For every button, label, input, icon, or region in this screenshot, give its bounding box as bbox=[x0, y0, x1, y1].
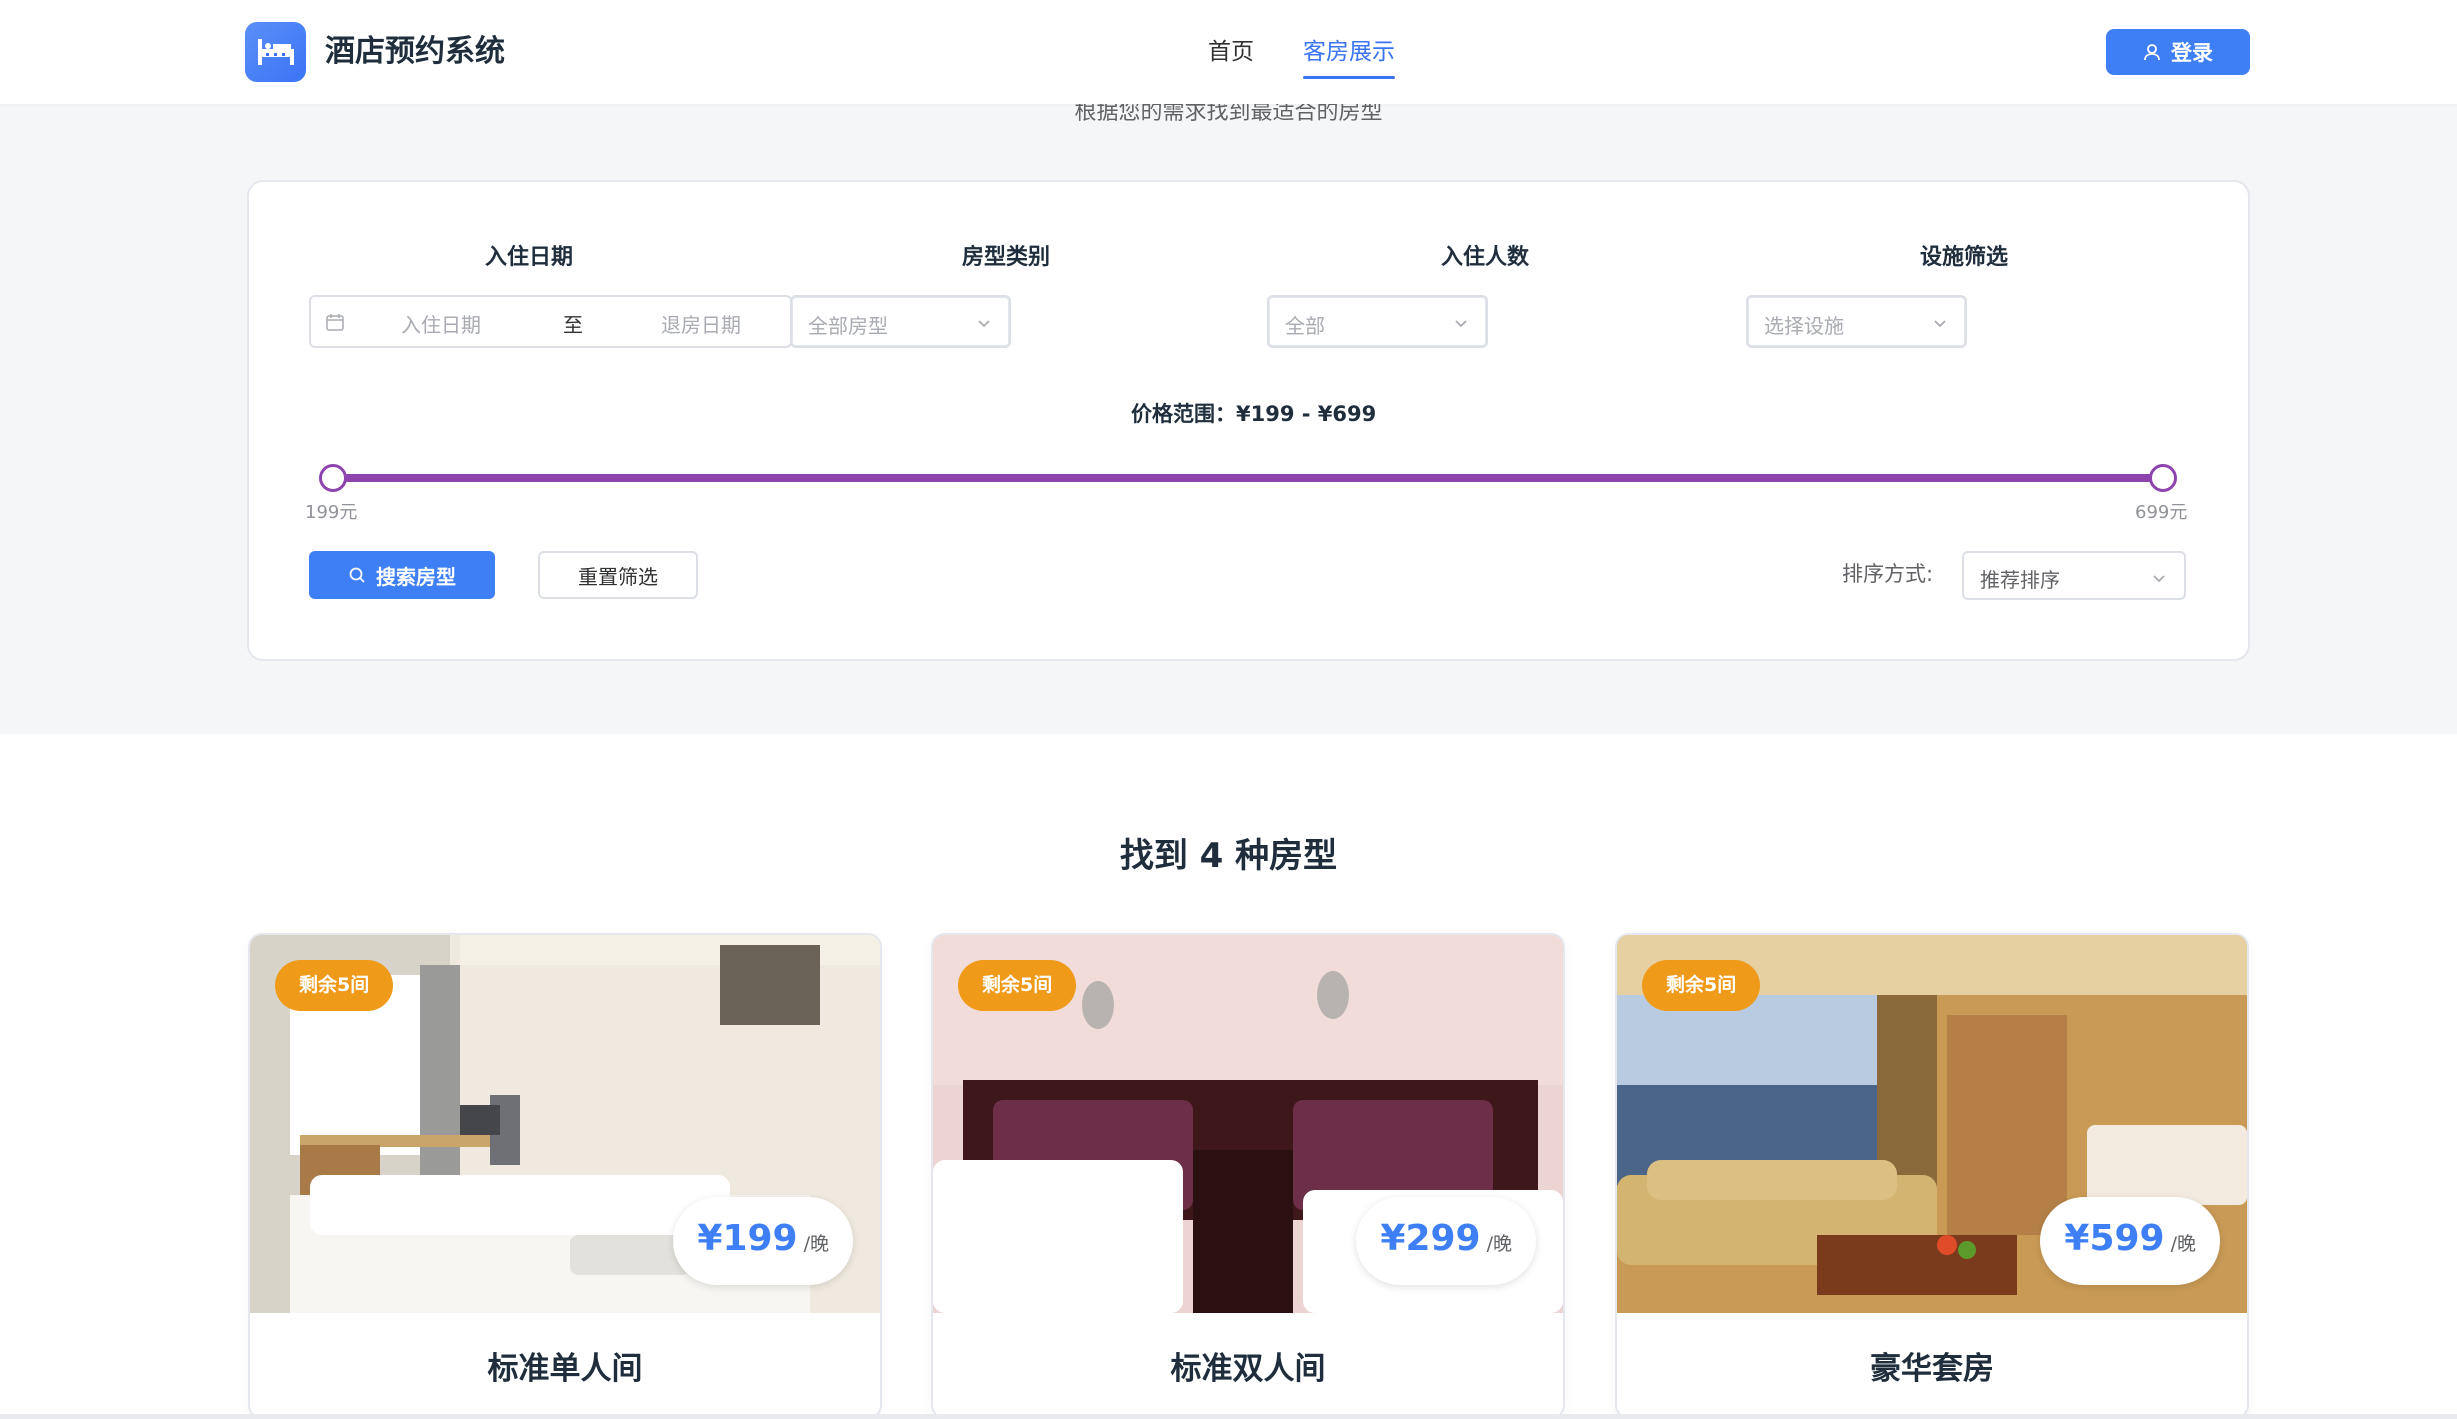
search-rooms-label: 搜索房型 bbox=[376, 566, 456, 589]
price-unit: /晚 bbox=[2170, 1233, 2196, 1255]
room-name: 豪华套房 bbox=[1870, 1351, 1994, 1387]
results-count-title: 找到 4 种房型 bbox=[1119, 836, 1338, 876]
price-pill: ¥599 /晚 bbox=[2040, 1197, 2220, 1285]
date-separator: 至 bbox=[563, 313, 583, 337]
sort-value: 推荐排序 bbox=[1980, 568, 2060, 592]
search-rooms-button[interactable]: 搜索房型 bbox=[309, 551, 495, 599]
room-card[interactable]: 剩余5间 ¥299 /晚 标准双人间 bbox=[931, 933, 1565, 1419]
price-slider-track[interactable] bbox=[333, 474, 2163, 482]
price-unit: /晚 bbox=[803, 1233, 829, 1255]
price-slider-max-handle[interactable] bbox=[2149, 464, 2177, 492]
facility-select[interactable]: 选择设施 bbox=[1746, 295, 1967, 348]
price-pill: ¥299 /晚 bbox=[1356, 1197, 1536, 1285]
top-header: 酒店预约系统 首页 客房展示 登录 bbox=[0, 0, 2457, 104]
guest-count-label: 入住人数 bbox=[1441, 245, 1530, 270]
price-range-label: 价格范围：¥199 - ¥699 bbox=[1131, 402, 1377, 426]
chevron-down-icon bbox=[1931, 313, 1949, 337]
date-range-picker[interactable]: 入住日期 至 退房日期 bbox=[309, 295, 792, 348]
chevron-down-icon bbox=[1452, 313, 1470, 337]
availability-badge: 剩余5间 bbox=[275, 960, 394, 1011]
reset-filter-button[interactable]: 重置筛选 bbox=[538, 551, 698, 599]
room-type-select[interactable]: 全部房型 bbox=[790, 295, 1011, 348]
room-type-label: 房型类别 bbox=[962, 245, 1051, 270]
page-bottom-divider bbox=[0, 1414, 2457, 1419]
calendar-icon bbox=[325, 312, 345, 337]
facility-filter-label: 设施筛选 bbox=[1920, 245, 2009, 270]
login-label: 登录 bbox=[2171, 42, 2213, 65]
facility-placeholder: 选择设施 bbox=[1764, 314, 1844, 338]
search-icon bbox=[349, 567, 365, 583]
availability-badge: 剩余5间 bbox=[958, 960, 1077, 1011]
nav-active-underline bbox=[1303, 76, 1395, 79]
chevron-down-icon bbox=[975, 313, 993, 337]
room-card[interactable]: 剩余5间 ¥199 /晚 标准单人间 bbox=[248, 933, 882, 1419]
chevron-down-icon bbox=[2150, 568, 2168, 592]
price-pill: ¥199 /晚 bbox=[673, 1197, 853, 1285]
availability-badge: 剩余5间 bbox=[1642, 960, 1761, 1011]
checkin-date-label: 入住日期 bbox=[485, 245, 574, 270]
checkin-date-input[interactable]: 入住日期 bbox=[401, 309, 481, 338]
guest-count-select[interactable]: 全部 bbox=[1267, 295, 1488, 348]
guest-count-placeholder: 全部 bbox=[1285, 314, 1325, 338]
login-button[interactable]: 登录 bbox=[2106, 29, 2250, 75]
sort-label: 排序方式: bbox=[1842, 562, 1934, 586]
hotel-bed-icon bbox=[245, 22, 306, 82]
sort-select[interactable]: 推荐排序 bbox=[1962, 551, 2186, 600]
price-min-text: 199元 bbox=[305, 502, 358, 523]
room-price: ¥199 bbox=[697, 1218, 798, 1259]
room-type-placeholder: 全部房型 bbox=[808, 314, 888, 338]
price-unit: /晚 bbox=[1486, 1233, 1512, 1255]
room-name: 标准双人间 bbox=[1170, 1351, 1326, 1387]
checkout-date-input[interactable]: 退房日期 bbox=[661, 309, 741, 338]
price-slider-min-handle[interactable] bbox=[319, 464, 347, 492]
user-icon bbox=[2144, 44, 2160, 61]
nav-home[interactable]: 首页 bbox=[1208, 34, 1254, 70]
nav-rooms[interactable]: 客房展示 bbox=[1303, 34, 1395, 70]
price-max-text: 699元 bbox=[2135, 502, 2188, 523]
room-price: ¥299 bbox=[1380, 1218, 1481, 1259]
room-price: ¥599 bbox=[2064, 1218, 2165, 1259]
room-name: 标准单人间 bbox=[487, 1351, 643, 1387]
room-card[interactable]: 剩余5间 ¥599 /晚 豪华套房 bbox=[1615, 933, 2249, 1419]
app-title: 酒店预约系统 bbox=[325, 34, 505, 69]
